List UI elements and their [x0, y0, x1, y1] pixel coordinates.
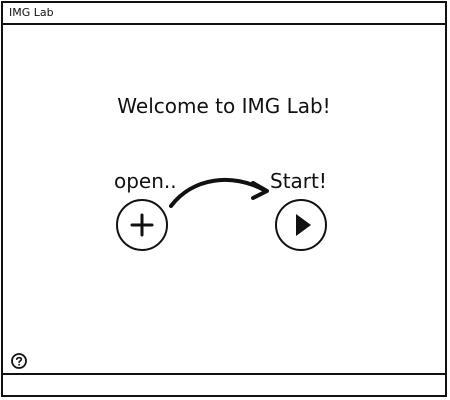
status-bar — [3, 373, 445, 395]
help-button[interactable] — [10, 352, 28, 370]
plus-icon — [130, 213, 154, 237]
question-mark-icon — [11, 353, 27, 369]
title-bar: IMG Lab — [3, 3, 445, 25]
play-icon — [296, 214, 311, 236]
welcome-heading: Welcome to IMG Lab! — [117, 94, 331, 118]
curved-arrow-icon — [169, 177, 269, 208]
window-title: IMG Lab — [9, 6, 54, 19]
app-window: IMG Lab Welcome to IMG Lab! open.. Start… — [1, 1, 447, 397]
start-button[interactable] — [275, 199, 327, 251]
start-label: Start! — [270, 169, 327, 193]
open-button[interactable] — [116, 199, 168, 251]
